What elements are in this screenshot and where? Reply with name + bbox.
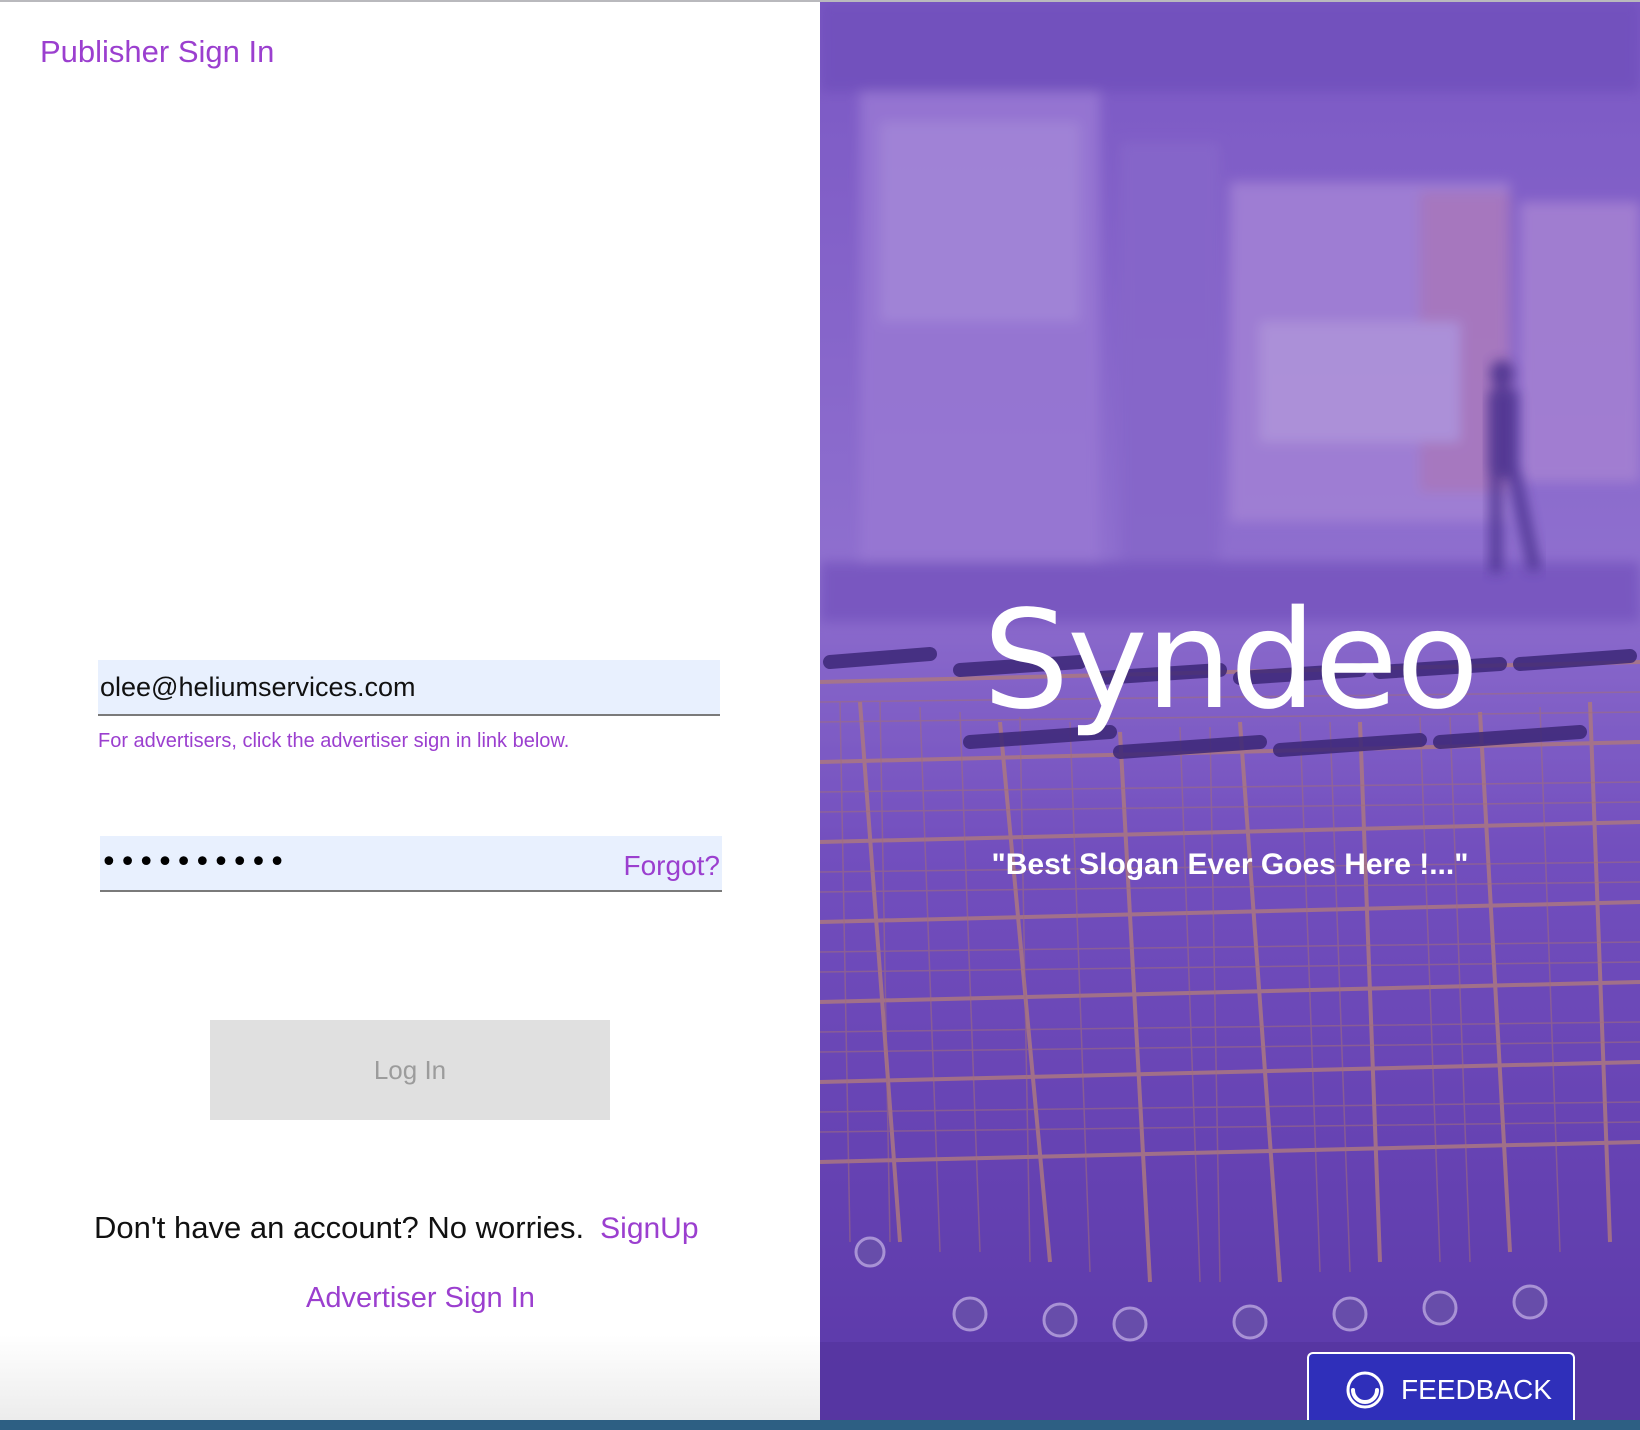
sign-in-page: Publisher Sign In For advertisers, click… bbox=[0, 0, 1640, 1430]
email-field[interactable] bbox=[98, 660, 720, 716]
signup-link[interactable]: SignUp bbox=[600, 1212, 698, 1245]
feedback-label: FEEDBACK bbox=[1401, 1374, 1552, 1405]
advertiser-sign-in-link[interactable]: Advertiser Sign In bbox=[306, 1282, 535, 1315]
email-hint: For advertisers, click the advertiser si… bbox=[98, 730, 570, 752]
slogan: "Best Slogan Ever Goes Here !..." bbox=[991, 848, 1469, 881]
sign-in-panel: Publisher Sign In For advertisers, click… bbox=[0, 2, 820, 1420]
password-field-container: •••••••••• Forgot? bbox=[100, 836, 722, 892]
brand-title: Syndeo bbox=[982, 582, 1479, 740]
feedback-smile-icon bbox=[1346, 1371, 1384, 1409]
feedback-button[interactable]: FEEDBACK bbox=[1307, 1352, 1575, 1420]
page-title: Publisher Sign In bbox=[40, 34, 275, 69]
signup-prompt: Don't have an account? No worries. bbox=[94, 1210, 585, 1245]
signup-row: Don't have an account? No worries. SignUp bbox=[94, 1210, 734, 1246]
forgot-password-link[interactable]: Forgot? bbox=[624, 850, 721, 882]
hero-panel: Syndeo "Best Slogan Ever Goes Here !..."… bbox=[820, 2, 1640, 1420]
bottom-bar bbox=[0, 1420, 1640, 1430]
password-field[interactable]: •••••••••• bbox=[100, 836, 580, 896]
login-button[interactable]: Log In bbox=[210, 1020, 610, 1120]
